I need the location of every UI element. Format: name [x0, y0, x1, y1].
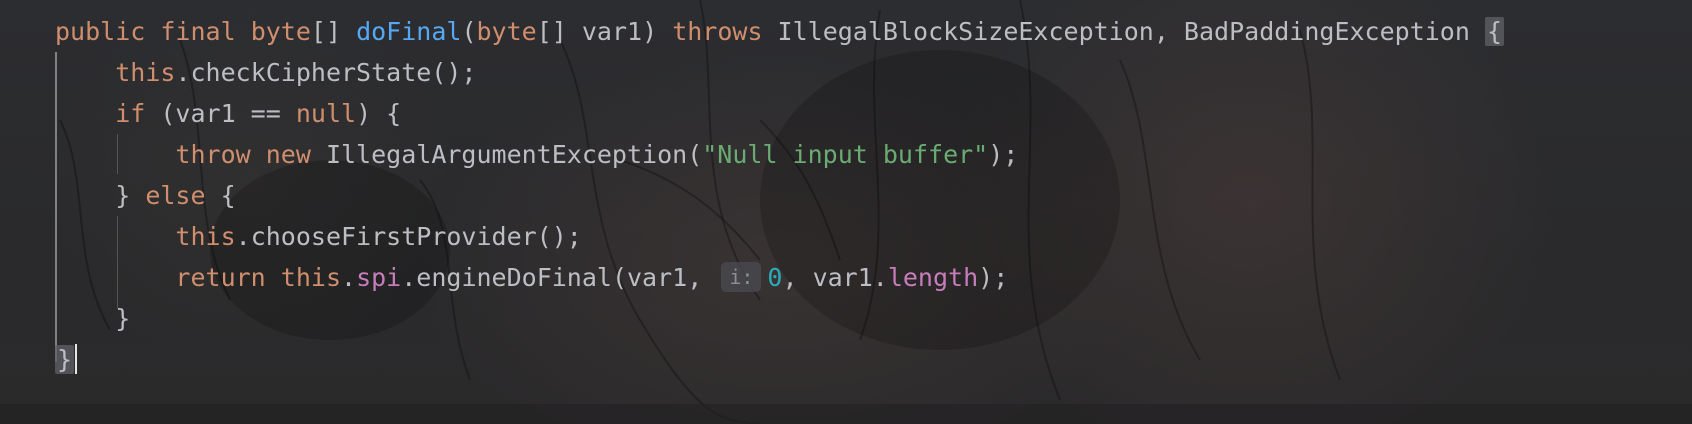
- code-keyword: if: [115, 99, 146, 128]
- code-function-name: doFinal: [356, 17, 462, 46]
- code-text: IllegalBlockSizeException, BadPaddingExc…: [762, 17, 1485, 46]
- code-field: spi: [356, 263, 402, 292]
- matched-brace: }: [55, 345, 75, 374]
- code-keyword: this: [175, 222, 236, 251]
- matched-brace: {: [1484, 17, 1505, 46]
- code-text: .: [341, 263, 357, 292]
- code-line[interactable]: } else {: [55, 174, 236, 218]
- code-field: length: [887, 263, 979, 292]
- code-text: (: [461, 17, 477, 46]
- editor-bottom-edge: [0, 404, 1692, 424]
- code-text: .engineDoFinal(var1,: [401, 263, 718, 292]
- code-line[interactable]: throw new IllegalArgumentException("Null…: [55, 133, 1018, 177]
- code-line[interactable]: }: [55, 338, 78, 382]
- code-keyword: throw: [175, 140, 251, 169]
- code-line[interactable]: this.checkCipherState();: [55, 51, 476, 95]
- code-text: []: [310, 17, 357, 46]
- code-keyword: this: [115, 58, 176, 87]
- code-line[interactable]: return this.spi.engineDoFinal(var1, i: 0,…: [55, 256, 1008, 300]
- code-line[interactable]: this.chooseFirstProvider();: [55, 215, 582, 259]
- code-text: }: [55, 181, 146, 210]
- code-keyword: public: [55, 17, 146, 46]
- code-text: .chooseFirstProvider();: [235, 222, 582, 251]
- code-line[interactable]: }: [55, 297, 130, 341]
- code-keyword: return: [175, 263, 266, 292]
- code-string-literal: "Null input buffer": [702, 140, 989, 169]
- code-line[interactable]: if (var1 == null) {: [55, 92, 401, 136]
- code-keyword: null: [295, 99, 357, 128]
- code-text: IllegalArgumentException(: [310, 140, 703, 169]
- code-keyword: byte: [250, 17, 311, 46]
- code-keyword: throws: [672, 17, 763, 46]
- parameter-hint: i:: [721, 262, 762, 292]
- code-keyword: byte: [476, 17, 537, 46]
- code-text: , var1.: [782, 263, 888, 292]
- code-line[interactable]: public final byte[] doFinal(byte[] var1)…: [55, 10, 1505, 54]
- code-text: ) {: [356, 99, 402, 128]
- code-area[interactable]: public final byte[] doFinal(byte[] var1)…: [0, 0, 1692, 424]
- code-keyword: else: [145, 181, 206, 210]
- code-text: );: [978, 263, 1009, 292]
- code-text: {: [205, 181, 236, 210]
- code-keyword: final: [160, 17, 236, 46]
- code-keyword: this: [280, 263, 342, 292]
- code-keyword: new: [265, 140, 311, 169]
- code-number-literal: 0: [767, 263, 783, 292]
- code-text: (var1 ==: [145, 99, 296, 128]
- code-text: );: [988, 140, 1019, 169]
- code-text: [] var1): [536, 17, 673, 46]
- code-editor[interactable]: public final byte[] doFinal(byte[] var1)…: [0, 0, 1692, 424]
- code-text: .checkCipherState();: [175, 58, 477, 87]
- code-text: }: [55, 304, 131, 333]
- text-caret: [75, 344, 78, 374]
